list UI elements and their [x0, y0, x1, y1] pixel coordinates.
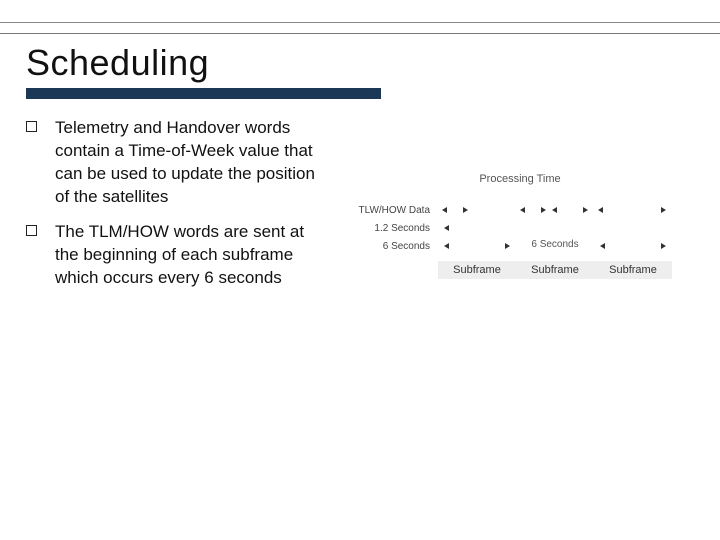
bullet-list: Telemetry and Handover words contain a T…	[26, 117, 326, 302]
arrow-cell	[438, 221, 516, 235]
arrow-cell	[438, 239, 516, 253]
arrow-cell	[516, 221, 594, 235]
arrow-cell	[594, 203, 672, 217]
arrow-right-icon	[505, 243, 510, 249]
arrow-left-icon	[444, 225, 449, 231]
bullet-text: Telemetry and Handover words contain a T…	[55, 117, 326, 209]
arrow-right-icon	[541, 207, 546, 213]
arrow-cell	[594, 239, 672, 253]
subframe-row: Subframe Subframe Subframe	[438, 261, 694, 279]
top-border-line	[0, 22, 720, 23]
arrow-left-icon	[552, 207, 557, 213]
figure-row-tlw: TLW/HOW Data	[346, 203, 694, 217]
arrow-left-icon	[520, 207, 525, 213]
arrow-left-icon	[600, 243, 605, 249]
figure-row-12s: 1.2 Seconds	[346, 221, 694, 235]
top-border-line-2	[0, 33, 720, 34]
slide-body: Telemetry and Handover words contain a T…	[26, 117, 694, 302]
slide-title: Scheduling	[26, 42, 694, 84]
bullet-item: Telemetry and Handover words contain a T…	[26, 117, 326, 209]
row-label: 6 Seconds	[346, 241, 438, 252]
bullet-item: The TLM/HOW words are sent at the beginn…	[26, 221, 326, 290]
arrow-cell	[516, 203, 594, 217]
subframe-label: Subframe	[516, 261, 594, 279]
arrow-cell	[594, 221, 672, 235]
arrow-right-icon	[661, 207, 666, 213]
timing-figure: Processing Time TLW/HOW Data	[346, 173, 694, 279]
square-bullet-icon	[26, 225, 37, 236]
arrow-right-icon	[661, 243, 666, 249]
arrow-left-icon	[442, 207, 447, 213]
arrow-right-icon	[583, 207, 588, 213]
subframe-label: Subframe	[594, 261, 672, 279]
arrow-cell	[438, 203, 516, 217]
square-bullet-icon	[26, 121, 37, 132]
arrow-right-icon	[463, 207, 468, 213]
bullet-text: The TLM/HOW words are sent at the beginn…	[55, 221, 326, 290]
figure-row-6s: 6 Seconds 6 Seconds	[346, 239, 694, 253]
processing-time-label: Processing Time	[346, 173, 694, 185]
cell-label: 6 Seconds	[516, 239, 594, 253]
arrow-left-icon	[444, 243, 449, 249]
arrow-left-icon	[598, 207, 603, 213]
row-label: 1.2 Seconds	[346, 223, 438, 234]
subframe-label: Subframe	[438, 261, 516, 279]
row-label: TLW/HOW Data	[346, 205, 438, 216]
slide: Scheduling Telemetry and Handover words …	[0, 0, 720, 540]
title-underline	[26, 88, 381, 99]
